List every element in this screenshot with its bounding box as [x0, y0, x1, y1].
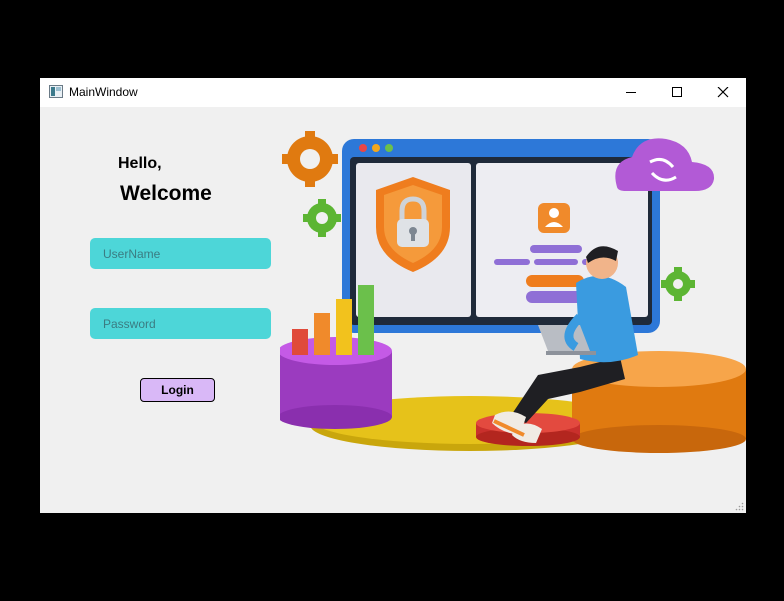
chart-bar-yellow	[336, 299, 352, 355]
login-button[interactable]: Login	[140, 378, 215, 402]
password-input[interactable]	[90, 308, 271, 339]
security-login-illustration	[280, 131, 746, 453]
app-window-icon	[49, 85, 63, 98]
chart-bar-orange	[314, 313, 330, 355]
username-input[interactable]	[90, 238, 271, 269]
chart-bar-red	[292, 329, 308, 355]
close-icon	[717, 87, 729, 98]
gear-orange-icon	[282, 131, 338, 187]
chart-bar-green	[358, 285, 374, 355]
close-button[interactable]	[700, 78, 746, 107]
maximize-button[interactable]	[654, 78, 700, 107]
title-bar[interactable]: MainWindow	[40, 78, 746, 107]
password-field-graphic	[526, 275, 584, 287]
maximize-icon	[672, 87, 682, 97]
gear-green-small-icon	[661, 267, 695, 301]
gear-green-icon	[303, 199, 341, 237]
main-window: MainWindow Hello, Welcome Login	[40, 78, 746, 513]
login-panel: Hello, Welcome Login	[40, 107, 746, 513]
minimize-button[interactable]	[608, 78, 654, 107]
resize-grip-icon[interactable]	[735, 502, 744, 511]
minimize-icon	[626, 92, 636, 93]
window-title: MainWindow	[69, 85, 138, 99]
welcome-heading: Welcome	[120, 182, 212, 205]
hello-label: Hello,	[118, 155, 162, 172]
